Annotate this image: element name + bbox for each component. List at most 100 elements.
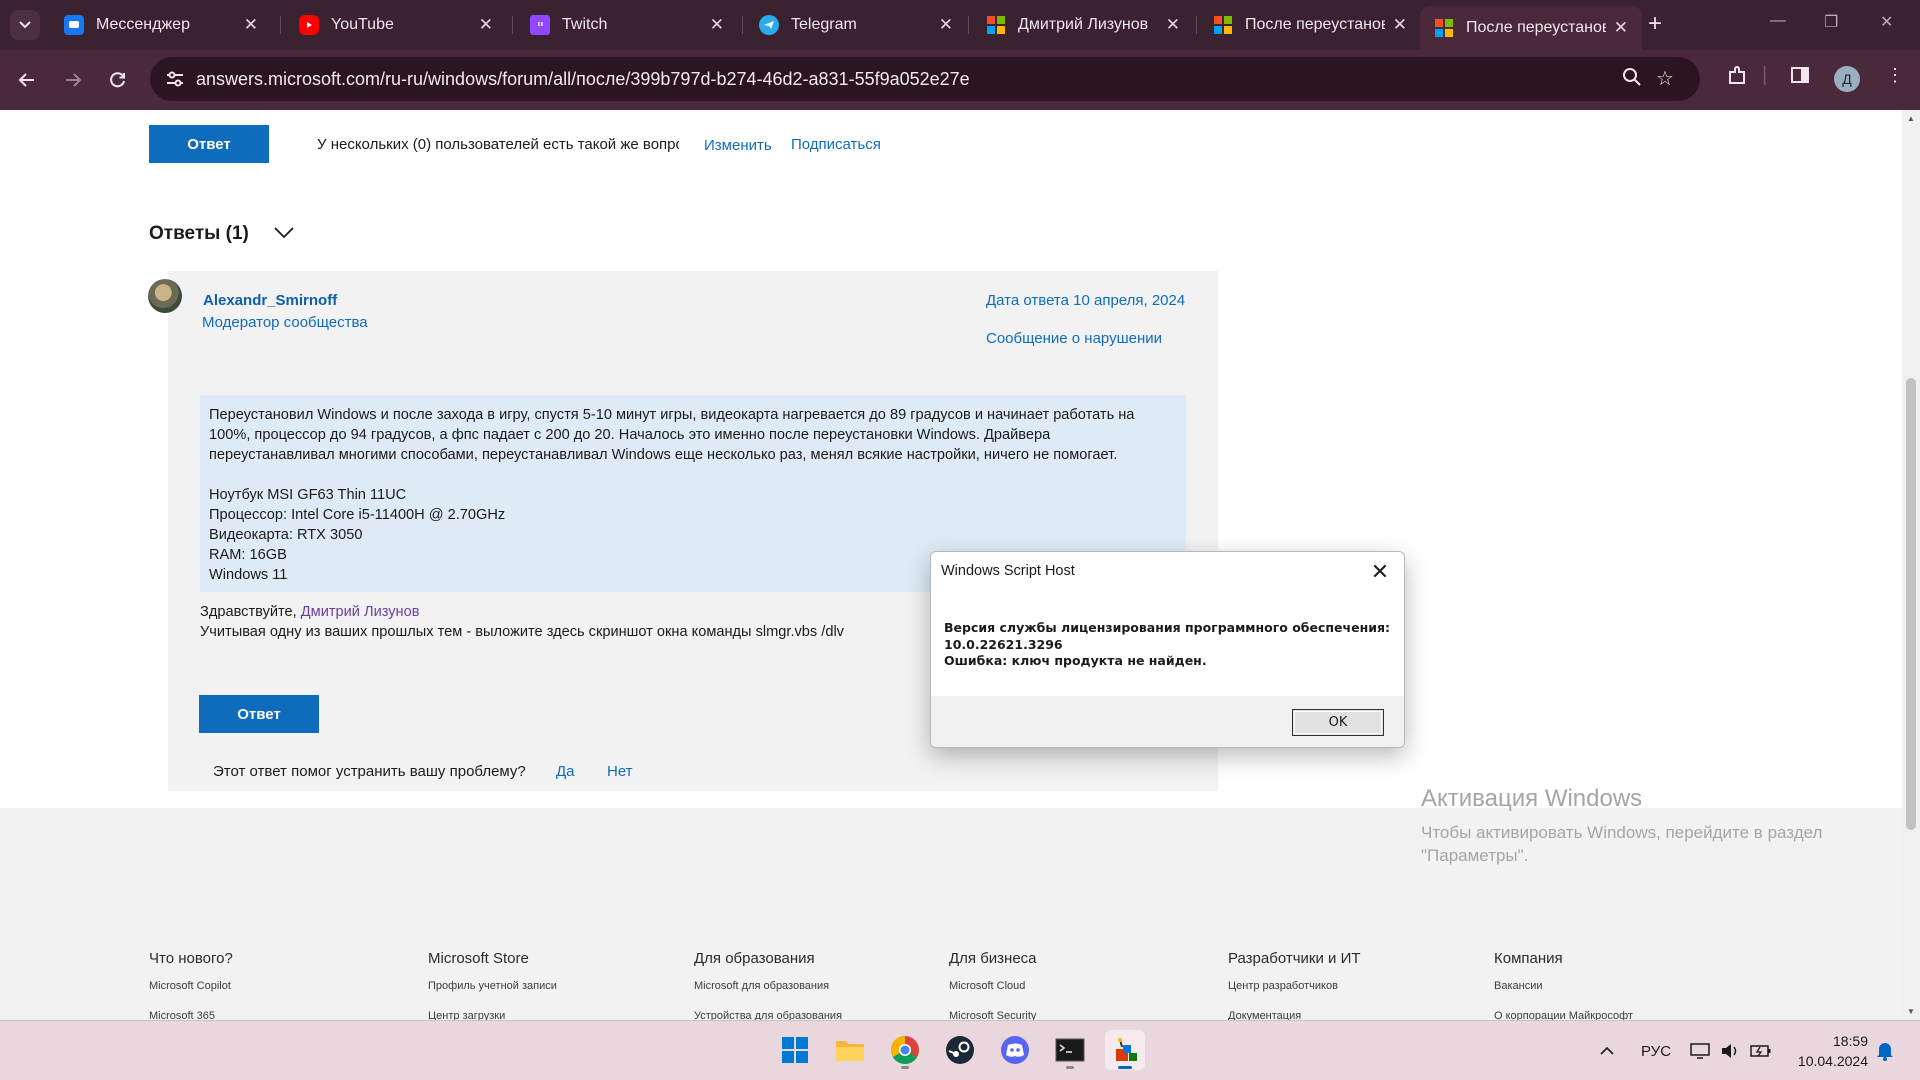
show-hidden-icons[interactable] (1600, 1021, 1614, 1080)
tab-youtube[interactable]: YouTube ✕ (285, 6, 507, 44)
quote-line: Процессор: Intel Core i5-11400H @ 2.70GH… (209, 507, 506, 523)
tab-title: После переустанови (1466, 19, 1606, 36)
quote-line (209, 465, 1177, 485)
script-host-icon[interactable] (1105, 1030, 1145, 1070)
close-icon[interactable]: ✕ (939, 15, 953, 35)
terminal-icon[interactable] (1050, 1030, 1090, 1070)
close-window-icon[interactable]: ✕ (1880, 12, 1893, 32)
notification-bell-icon[interactable] (1876, 1021, 1894, 1080)
footer-link[interactable]: Центр загрузки (428, 1010, 505, 1020)
chevron-down-icon (19, 21, 31, 29)
close-icon[interactable]: ✕ (244, 15, 258, 35)
chrome-icon[interactable] (885, 1030, 925, 1070)
reload-icon (110, 72, 125, 88)
footer-link[interactable]: Microsoft для образования (694, 980, 829, 992)
page-scrollbar[interactable]: ▲ ▼ (1902, 110, 1920, 1020)
subscribe-link[interactable]: Подписаться (791, 136, 881, 153)
new-tab-button[interactable]: + (1648, 12, 1662, 36)
tab-forum-question[interactable]: После переустанови ✕ (1199, 6, 1421, 44)
tab-forum-question-active[interactable]: После переустанови ✕ (1420, 6, 1642, 50)
footer-heading: Для бизнеса (949, 950, 1037, 967)
extensions-icon[interactable] (1726, 65, 1748, 93)
tab-microsoft-profile[interactable]: Дмитрий Лизунов ✕ (972, 6, 1194, 44)
close-icon[interactable]: ✕ (1614, 18, 1628, 38)
address-bar[interactable]: answers.microsoft.com/ru-ru/windows/foru… (150, 57, 1700, 101)
dialog-line: 10.0.22621.3296 (944, 636, 1063, 652)
arrow-left-icon (18, 73, 34, 87)
footer-heading: Что нового? (149, 950, 233, 967)
messenger-icon (64, 15, 84, 35)
bookmark-star-icon[interactable]: ☆ (1656, 66, 1674, 91)
tab-separator (280, 16, 281, 34)
footer-link[interactable]: Microsoft Copilot (149, 980, 231, 992)
running-indicator (901, 1066, 909, 1069)
scroll-up-icon[interactable]: ▲ (1907, 114, 1915, 123)
dialog-line: Ошибка: ключ продукта не найден. (944, 653, 1207, 668)
footer-link[interactable]: Документация (1228, 1010, 1301, 1020)
dialog-line: Версия службы лицензирования программног… (944, 620, 1391, 635)
mention-link[interactable]: Дмитрий Лизунов (301, 604, 420, 620)
helpful-no-link[interactable]: Нет (607, 763, 633, 780)
tab-search-button[interactable] (10, 10, 40, 40)
more-menu-icon[interactable]: ⋮ (1886, 65, 1904, 86)
close-icon[interactable]: ✕ (1393, 15, 1407, 35)
zoom-icon[interactable] (1622, 67, 1642, 93)
footer-link[interactable]: Microsoft Security (949, 1010, 1036, 1020)
footer-link[interactable]: Microsoft 365 (149, 1010, 215, 1020)
forward-button[interactable] (58, 65, 88, 95)
author-link[interactable]: Alexandr_Smirnoff (203, 292, 337, 309)
tab-messenger[interactable]: Мессенджер ✕ (50, 6, 272, 44)
side-panel-icon[interactable] (1790, 65, 1810, 91)
ok-button[interactable]: OK (1292, 709, 1384, 736)
footer-link[interactable]: О корпорации Майкрософт (1494, 1010, 1633, 1020)
site-settings-icon[interactable] (164, 68, 186, 90)
back-button[interactable] (12, 65, 42, 95)
author-role[interactable]: Модератор сообщества (202, 314, 368, 331)
reload-button[interactable] (103, 65, 133, 95)
microsoft-icon (1434, 18, 1454, 38)
steam-icon[interactable] (940, 1030, 980, 1070)
url-text[interactable]: answers.microsoft.com/ru-ru/windows/foru… (196, 69, 970, 90)
question-reply-button[interactable]: Ответ (149, 125, 269, 163)
avatar[interactable] (148, 279, 182, 313)
helpful-yes-link[interactable]: Да (556, 763, 575, 780)
footer-link[interactable]: Вакансии (1494, 980, 1543, 992)
windows-start-icon[interactable] (775, 1030, 815, 1070)
quote-line: Переустановил Windows и после захода в и… (209, 407, 1139, 463)
footer-link[interactable]: Microsoft Cloud (949, 980, 1025, 992)
close-icon[interactable]: ✕ (1366, 558, 1394, 586)
edit-link[interactable]: Изменить (704, 137, 772, 154)
discord-icon[interactable] (995, 1030, 1035, 1070)
browser-toolbar: answers.microsoft.com/ru-ru/windows/foru… (0, 50, 1920, 110)
dialog-title: Windows Script Host (941, 563, 1075, 579)
activation-watermark: Активация Windows Чтобы активировать Win… (1421, 785, 1861, 867)
footer-link[interactable]: Центр разработчиков (1228, 980, 1338, 992)
close-icon[interactable]: ✕ (479, 15, 493, 35)
restore-icon[interactable]: ❐ (1824, 12, 1838, 32)
language-indicator[interactable]: РУС (1641, 1021, 1671, 1080)
footer-link[interactable]: Профиль учетной записи (428, 980, 557, 992)
minimize-icon[interactable]: — (1770, 12, 1786, 30)
tab-telegram[interactable]: Telegram ✕ (745, 6, 967, 44)
volume-icon[interactable] (1720, 1021, 1740, 1080)
dialog-footer: OK (931, 696, 1404, 747)
answer-reply-button[interactable]: Ответ (199, 695, 319, 733)
answers-heading: Ответы (1) (149, 223, 249, 244)
footer-link[interactable]: Устройства для образования (694, 1010, 842, 1020)
close-icon[interactable]: ✕ (1166, 15, 1180, 35)
tab-twitch[interactable]: Twitch ✕ (516, 6, 738, 44)
avatar[interactable]: Д (1834, 66, 1860, 92)
system-clock[interactable]: 18:59 10.04.2024 (1794, 1031, 1868, 1071)
tab-title: После переустанови (1245, 16, 1385, 33)
report-link[interactable]: Сообщение о нарушении (986, 330, 1162, 347)
footer-heading: Разработчики и ИТ (1228, 950, 1361, 967)
scroll-down-icon[interactable]: ▼ (1907, 1007, 1915, 1016)
network-icon[interactable] (1690, 1021, 1710, 1080)
tab-title: Telegram (791, 16, 857, 33)
file-explorer-icon[interactable] (830, 1030, 870, 1070)
close-icon[interactable]: ✕ (710, 15, 724, 35)
scroll-thumb[interactable] (1906, 378, 1916, 830)
battery-icon[interactable] (1750, 1021, 1772, 1080)
chevron-down-icon[interactable] (272, 220, 296, 244)
greeting-text: Здравствуйте, (200, 604, 297, 620)
